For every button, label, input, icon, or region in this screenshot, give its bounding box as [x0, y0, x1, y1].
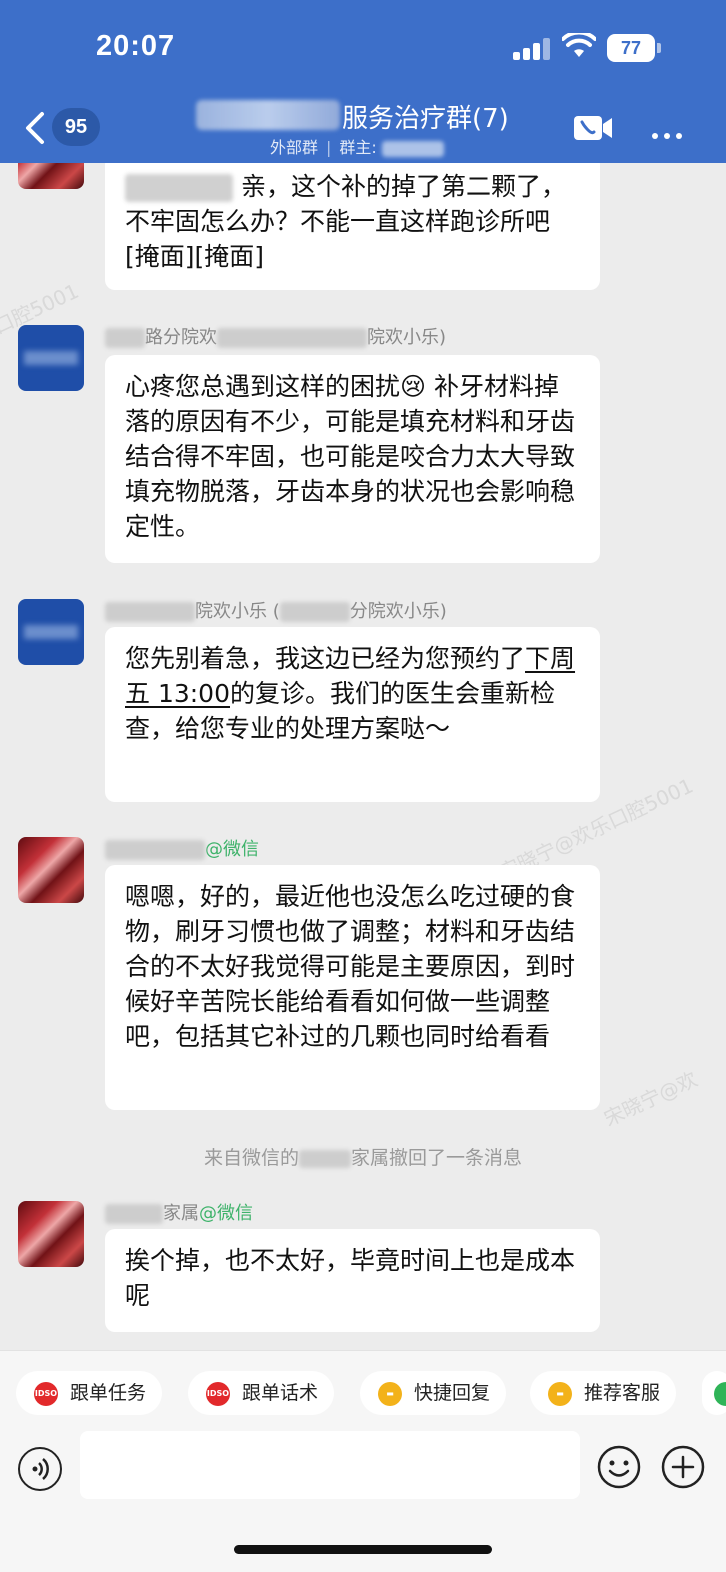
video-call-icon[interactable]	[572, 114, 614, 142]
group-title[interactable]: 服务治疗群(7)	[342, 98, 509, 135]
status-time: 20:07	[96, 30, 176, 62]
group-subtitle: 外部群 | 群主:	[270, 134, 444, 158]
cellular-signal-icon	[513, 38, 551, 60]
message-bubble[interactable]: 挨个掉，也不太好，毕竟时间上也是成本呢	[105, 1229, 600, 1332]
chip-partial[interactable]	[702, 1371, 726, 1415]
group-type: 外部群	[270, 138, 319, 157]
avatar[interactable]	[18, 325, 84, 391]
battery-tip	[657, 43, 661, 53]
redacted-text	[279, 602, 350, 622]
message-text: 心疼您总遇到这样的困扰😢 补牙材料掉落的原因有不少，可能是填充材料和牙齿结合得不…	[125, 372, 576, 541]
chat-header: 20:07 77 95 服务治疗群(7) 外部群 | 群主:	[0, 0, 726, 163]
avatar[interactable]	[18, 163, 84, 189]
recall-notice: 来自微信的 家属撤回了一条消息	[203, 1147, 523, 1169]
sender-name: 路分院欢 院欢小乐)	[105, 323, 446, 349]
redacted-text	[105, 840, 205, 860]
redacted-text	[105, 602, 195, 622]
voice-input-icon[interactable]	[18, 1447, 62, 1491]
wifi-icon	[562, 33, 596, 57]
message-text: 您先别着急，我这边已经为您预约了	[125, 644, 526, 673]
redacted-group-name	[196, 100, 340, 130]
avatar[interactable]	[18, 1201, 84, 1267]
chip-follow-task[interactable]: IDSO 跟单任务	[16, 1371, 163, 1415]
idso-red-icon: IDSO	[206, 1382, 230, 1406]
chip-quick-reply[interactable]: ▬ 快捷回复	[360, 1371, 507, 1415]
watermark: 宋晓宁@欢	[600, 1066, 702, 1131]
redacted-mention	[125, 174, 233, 202]
message-bubble[interactable]: 您先别着急，我这边已经为您预约了下周五 13:00的复诊。我们的医生会重新检查，…	[105, 627, 600, 802]
input-area: IDSO 跟单任务 IDSO 跟单话术 ▬ 快捷回复 ▬ 推荐客服	[0, 1350, 726, 1572]
chat-message-list[interactable]: 口腔5001 宋晓宁@欢乐口腔5001 宋晓宁@欢 亲，这个补的掉了第二颗了，不…	[0, 163, 726, 1350]
redacted-owner	[381, 140, 444, 157]
avatar[interactable]	[18, 837, 84, 903]
message-bubble[interactable]: 心疼您总遇到这样的困扰😢 补牙材料掉落的原因有不少，可能是填充材料和牙齿结合得不…	[105, 355, 600, 563]
back-chevron-icon[interactable]	[20, 108, 50, 148]
sender-name: @微信	[105, 835, 259, 861]
green-icon	[714, 1382, 726, 1406]
home-indicator	[234, 1545, 492, 1554]
group-owner-label: 群主:	[339, 138, 377, 157]
message-text: 挨个掉，也不太好，毕竟时间上也是成本呢	[125, 1246, 576, 1310]
sender-name: 家属@微信	[105, 1199, 253, 1225]
message-input[interactable]	[80, 1431, 580, 1499]
battery-level: 77	[607, 34, 655, 62]
idso-red-icon: IDSO	[34, 1382, 58, 1406]
plus-icon[interactable]	[660, 1444, 706, 1490]
unread-count-badge[interactable]: 95	[52, 108, 100, 146]
chip-recommend-service[interactable]: ▬ 推荐客服	[530, 1371, 677, 1415]
sender-name: 院欢小乐 (分院欢小乐)	[105, 597, 447, 623]
message-bubble[interactable]: 嗯嗯，好的，最近他也没怎么吃过硬的食物，刷牙习惯也做了调整；材料和牙齿结合的不太…	[105, 865, 600, 1110]
chat-yellow-icon: ▬	[378, 1382, 402, 1406]
redacted-text	[105, 328, 145, 348]
chip-follow-script[interactable]: IDSO 跟单话术	[188, 1371, 335, 1415]
redacted-text	[217, 328, 367, 348]
avatar[interactable]	[18, 599, 84, 665]
message-bubble[interactable]: 亲，这个补的掉了第二颗了，不牢固怎么办？不能一直这样跑诊所吧[掩面][掩面]	[105, 163, 600, 290]
chat-yellow-icon: ▬	[548, 1382, 572, 1406]
more-options-icon[interactable]	[652, 124, 688, 143]
redacted-text	[299, 1149, 351, 1168]
redacted-text	[105, 1204, 163, 1224]
message-text: 嗯嗯，好的，最近他也没怎么吃过硬的食物，刷牙习惯也做了调整；材料和牙齿结合的不太…	[125, 882, 576, 1051]
emoji-icon[interactable]	[596, 1444, 642, 1490]
